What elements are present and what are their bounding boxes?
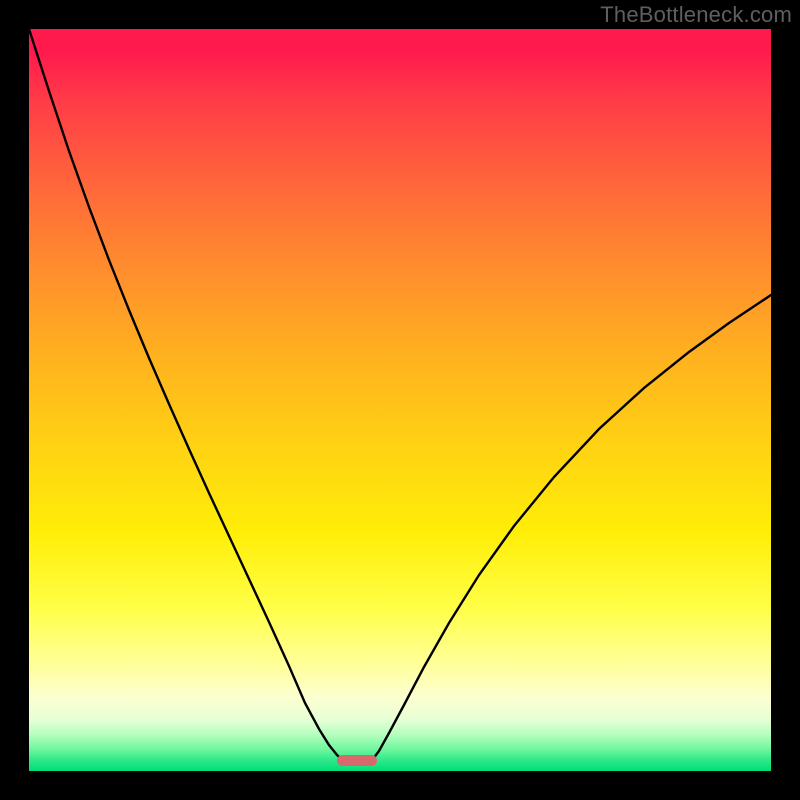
background-gradient [29,29,771,771]
watermark-text: TheBottleneck.com [600,2,792,28]
chart-frame: TheBottleneck.com [0,0,800,800]
optimum-marker [337,755,377,766]
plot-area [29,29,771,771]
